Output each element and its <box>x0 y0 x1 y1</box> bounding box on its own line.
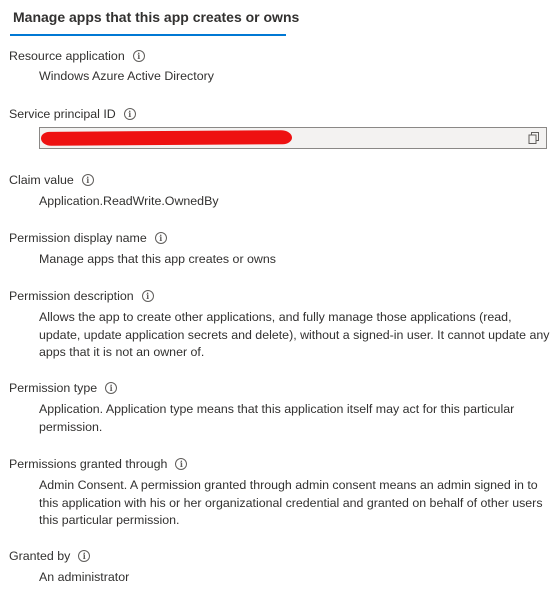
permissions-granted-through-value: Admin Consent. A permission granted thro… <box>39 478 543 527</box>
info-icon[interactable]: i <box>123 108 136 120</box>
permission-display-name-label: Permission display name i <box>9 231 167 245</box>
info-icon[interactable]: i <box>141 290 154 302</box>
field-label-text: Granted by <box>9 549 71 563</box>
tab-title: Manage apps that this app creates or own… <box>13 9 300 25</box>
service-principal-id-label: Service principal ID i <box>9 107 136 121</box>
info-icon[interactable]: i <box>175 458 188 470</box>
field-label-text: Permissions granted through <box>9 457 168 471</box>
field-label-text: Service principal ID <box>9 107 116 121</box>
field-label-text: Permission display name <box>9 231 147 245</box>
field-label-text: Permission type <box>9 381 98 395</box>
permission-display-name-value: Manage apps that this app creates or own… <box>39 252 276 266</box>
info-icon[interactable]: i <box>78 550 91 562</box>
permission-description-label: Permission description i <box>9 289 154 303</box>
granted-by-value: An administrator <box>39 570 130 584</box>
resource-application-label: Resource application i <box>9 49 145 63</box>
info-icon[interactable]: i <box>132 50 145 62</box>
info-icon[interactable]: i <box>81 174 94 186</box>
granted-by-label: Granted by i <box>9 549 91 563</box>
info-icon[interactable]: i <box>105 382 118 394</box>
info-icon[interactable]: i <box>154 232 167 244</box>
field-label-text: Permission description <box>9 289 134 303</box>
service-principal-id-field[interactable] <box>39 127 547 149</box>
redaction-mark <box>40 130 293 146</box>
permissions-granted-through-label: Permissions granted through i <box>9 457 188 471</box>
claim-value-value: Application.ReadWrite.OwnedBy <box>39 194 219 208</box>
claim-value-label: Claim value i <box>9 173 94 187</box>
resource-application-value: Windows Azure Active Directory <box>39 69 214 83</box>
permission-type-value: Application. Application type means that… <box>39 402 515 434</box>
field-label-text: Resource application <box>9 49 125 63</box>
field-label-text: Claim value <box>9 173 74 187</box>
permission-type-label: Permission type i <box>9 381 118 395</box>
permission-description-value: Allows the app to create other applicati… <box>39 310 550 359</box>
copy-icon[interactable] <box>528 132 540 144</box>
tab-header[interactable]: Manage apps that this app creates or own… <box>10 0 299 36</box>
